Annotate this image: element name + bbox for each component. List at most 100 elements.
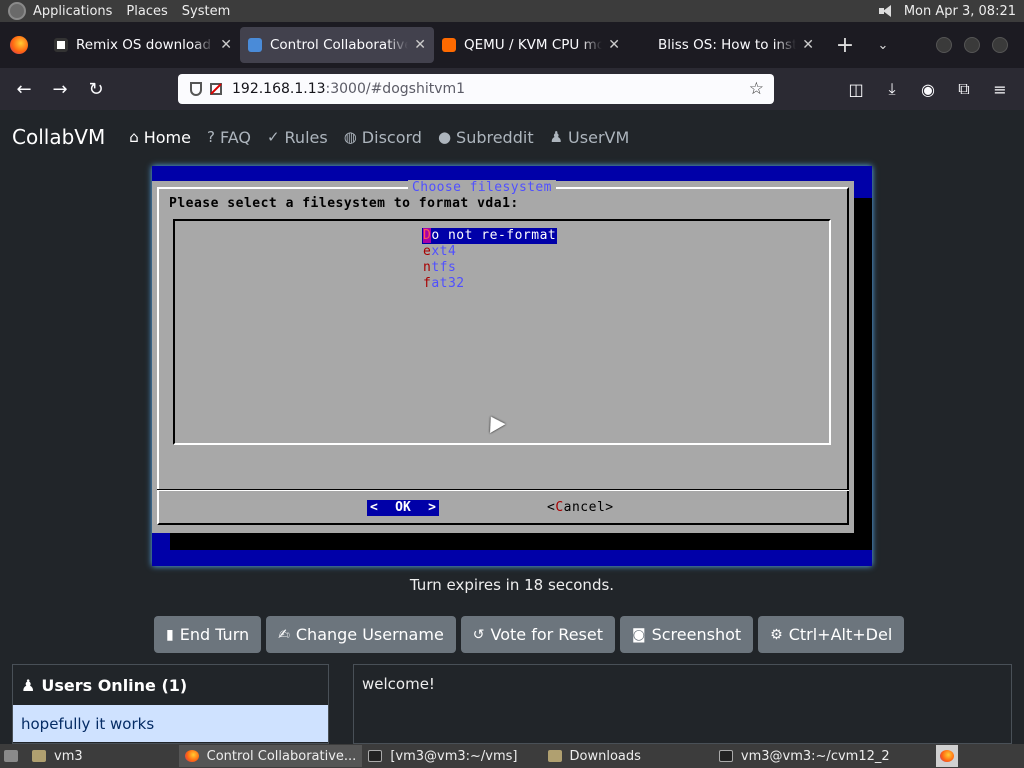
user-icon: ♟ bbox=[21, 675, 36, 695]
hotkey: C bbox=[555, 500, 564, 515]
camera-icon: ◙ bbox=[632, 626, 646, 643]
folder-home-icon bbox=[32, 750, 46, 762]
new-tab-icon[interactable]: + bbox=[826, 33, 864, 58]
taskbar-item-firefox[interactable]: Control Collaborative... bbox=[178, 745, 363, 767]
taskbar-item-terminal-cvm[interactable]: vm3@vm3:~/cvm12_2 bbox=[713, 745, 896, 767]
extensions-icon[interactable]: ⧉ bbox=[946, 79, 982, 99]
user-list-item[interactable]: hopefully it works bbox=[13, 705, 328, 742]
users-header: ♟ Users Online (1) bbox=[13, 665, 328, 705]
folder-icon bbox=[547, 750, 562, 762]
option-ntfs[interactable]: ntfs bbox=[422, 260, 457, 276]
downloads-icon[interactable]: ⤓ bbox=[874, 79, 910, 99]
tab-bliss[interactable]: Bliss OS: How to install Bli ✕ bbox=[628, 27, 822, 63]
tracking-shield-icon[interactable] bbox=[190, 82, 202, 96]
nav-rules[interactable]: ✓ Rules bbox=[267, 128, 328, 147]
tab-title: QEMU / KVM CPU mo bbox=[464, 37, 603, 53]
cancel-rest: ancel bbox=[563, 500, 606, 515]
brand[interactable]: CollabVM bbox=[12, 125, 105, 149]
bookmark-star-icon[interactable]: ☆ bbox=[749, 79, 764, 99]
taskbar-label: vm3 bbox=[54, 748, 83, 764]
close-tab-icon[interactable]: ✕ bbox=[802, 37, 814, 53]
cancel-close: > bbox=[605, 500, 614, 515]
change-username-button[interactable]: ✍ Change Username bbox=[266, 616, 456, 653]
ok-button[interactable]: < OK > bbox=[367, 500, 439, 516]
discord-icon: ◍ bbox=[343, 128, 357, 146]
signature-icon: ✍ bbox=[278, 626, 290, 643]
tab-qemu[interactable]: QEMU / KVM CPU mo ✕ bbox=[434, 27, 628, 63]
nav-uservm[interactable]: ♟ UserVM bbox=[550, 128, 630, 147]
close-tab-icon[interactable]: ✕ bbox=[220, 37, 232, 53]
vm-display[interactable]: Choose filesystem Please select a filesy… bbox=[152, 166, 872, 566]
chat-panel: welcome! bbox=[353, 664, 1012, 744]
nav-label: Subreddit bbox=[456, 127, 534, 147]
tab-title: Remix OS download la bbox=[76, 37, 215, 53]
firefox-icon bbox=[184, 750, 199, 762]
option-label: o not re-format bbox=[431, 228, 557, 243]
tab-collabvm[interactable]: Control Collaborative V ✕ bbox=[240, 27, 434, 63]
back-icon[interactable]: ← bbox=[6, 79, 42, 100]
show-desktop-icon[interactable] bbox=[4, 750, 18, 762]
reddit-icon: ● bbox=[437, 128, 452, 146]
firefox-view-icon[interactable] bbox=[10, 36, 28, 54]
ok-right-bracket: > bbox=[428, 500, 436, 515]
insecure-lock-icon[interactable] bbox=[210, 83, 222, 95]
option-no-reformat[interactable]: Do not re-format bbox=[422, 228, 558, 244]
user-icon: ♟ bbox=[549, 128, 564, 146]
option-fat32[interactable]: fat32 bbox=[422, 276, 466, 292]
close-tab-icon[interactable]: ✕ bbox=[414, 37, 426, 53]
list-tabs-icon[interactable]: ⌄ bbox=[864, 38, 902, 53]
taskbar-item-downloads[interactable]: Downloads bbox=[542, 745, 647, 767]
applications-menu[interactable]: Applications bbox=[26, 4, 119, 19]
minimize-button[interactable] bbox=[936, 37, 952, 53]
maximize-button[interactable] bbox=[964, 37, 980, 53]
button-label: Ctrl+Alt+Del bbox=[788, 625, 893, 644]
nav-label: Home bbox=[143, 127, 191, 147]
option-ext4[interactable]: ext4 bbox=[422, 244, 457, 260]
nav-home[interactable]: ⌂ Home bbox=[129, 128, 191, 147]
option-label: tfs bbox=[431, 260, 457, 275]
url-bar[interactable]: 192.168.1.13:3000/#dogshitvm1 ☆ bbox=[178, 74, 774, 104]
workspace-switcher[interactable] bbox=[936, 745, 958, 767]
ok-left-bracket: < bbox=[370, 500, 378, 515]
nav-subreddit[interactable]: ● Subreddit bbox=[438, 128, 534, 147]
account-icon[interactable]: ◉ bbox=[910, 80, 946, 99]
ctrl-alt-del-button[interactable]: ⚙ Ctrl+Alt+Del bbox=[758, 616, 905, 653]
nav-discord[interactable]: ◍ Discord bbox=[344, 128, 422, 147]
taskbar-item-vm3[interactable]: vm3 bbox=[26, 745, 89, 767]
button-label: End Turn bbox=[179, 625, 250, 644]
tab-remix[interactable]: Remix OS download la ✕ bbox=[46, 27, 240, 63]
bottom-taskbar: vm3 Control Collaborative... [vm3@vm3:~/… bbox=[0, 744, 1024, 768]
button-label: Screenshot bbox=[651, 625, 742, 644]
close-window-button[interactable] bbox=[992, 37, 1008, 53]
users-title: Users Online (1) bbox=[41, 675, 188, 695]
end-turn-button[interactable]: ▮ End Turn bbox=[154, 616, 262, 653]
vm-actions: ▮ End Turn ✍ Change Username ↺ Vote for Res… bbox=[154, 616, 905, 653]
nav-faq[interactable]: ? FAQ bbox=[207, 128, 251, 147]
qemu-icon bbox=[442, 38, 456, 52]
users-online-panel: ♟ Users Online (1) hopefully it works bbox=[12, 664, 329, 744]
menu-icon[interactable]: ≡ bbox=[982, 80, 1018, 99]
terminal-icon bbox=[718, 750, 733, 762]
distro-logo-icon[interactable] bbox=[8, 2, 26, 20]
places-menu[interactable]: Places bbox=[119, 4, 174, 19]
screenshot-button[interactable]: ◙ Screenshot bbox=[620, 616, 754, 653]
taskbar-label: [vm3@vm3:~/vms] bbox=[390, 748, 518, 764]
forward-icon[interactable]: → bbox=[42, 79, 78, 100]
question-icon: ? bbox=[206, 128, 215, 146]
tab-strip: Remix OS download la ✕ Control Collabora… bbox=[0, 22, 1024, 68]
volume-icon[interactable] bbox=[878, 4, 896, 18]
gear-icon: ⚙ bbox=[770, 626, 783, 643]
taskbar-label: Control Collaborative... bbox=[206, 748, 357, 764]
close-tab-icon[interactable]: ✕ bbox=[608, 37, 620, 53]
nav-label: FAQ bbox=[219, 127, 251, 147]
collabvm-page: CollabVM ⌂ Home ? FAQ ✓ Rules ◍ Discord ● Sub… bbox=[0, 110, 1024, 744]
cancel-button[interactable]: <Cancel> bbox=[547, 500, 614, 516]
vote-reset-button[interactable]: ↺ Vote for Reset bbox=[460, 616, 615, 653]
taskbar-item-terminal-vms[interactable]: [vm3@vm3:~/vms] bbox=[362, 745, 523, 767]
system-menu[interactable]: System bbox=[175, 4, 237, 19]
reload-icon[interactable]: ↻ bbox=[78, 79, 114, 100]
clock[interactable]: Mon Apr 3, 08:21 bbox=[904, 4, 1016, 19]
terminal-icon bbox=[368, 750, 383, 762]
pocket-icon[interactable]: ◫ bbox=[838, 80, 874, 99]
option-label: at32 bbox=[431, 276, 465, 291]
